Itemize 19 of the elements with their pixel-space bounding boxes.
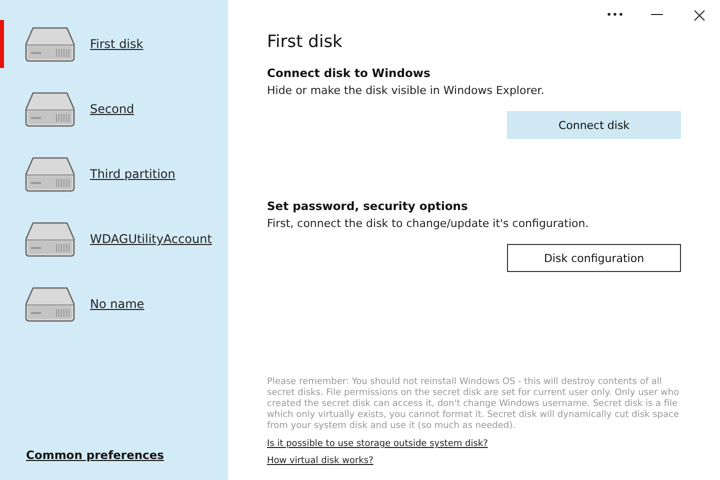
section-heading: Connect disk to Windows <box>267 66 432 80</box>
help-link[interactable]: Is it possible to use storage outside system disk? <box>267 439 681 449</box>
disk-item[interactable]: Second <box>0 85 228 133</box>
more-button[interactable]: ••• <box>603 5 627 25</box>
disk-item[interactable]: First disk <box>0 20 228 68</box>
page-title: First disk <box>267 32 344 52</box>
section-description: First, connect the disk to change/update it's configuration. <box>267 217 590 230</box>
section-description: Hide or make the disk visible in Windows Explorer. <box>267 84 546 97</box>
minimize-icon <box>651 14 663 16</box>
section-heading: Set password, security options <box>267 199 469 213</box>
notice-text: Please remember: You should not reinstall Windows OS - this will destroy contents of all secret disks. File permissions on the secret disk are set for current user only. Only user who created the secret disk can access it, don't change Windows username. Secret disk is a file which only virtually exists, you cannot format it. Secret disk will dynamically cut disk space from your system disk and use it (so much as needed). <box>267 377 680 432</box>
disk-item[interactable]: No name <box>0 280 228 328</box>
disk-item[interactable]: Third partition <box>0 150 228 198</box>
close-icon <box>694 10 704 20</box>
connect-button[interactable]: Connect disk <box>507 111 681 139</box>
configuration-button[interactable]: Disk configuration <box>507 244 681 272</box>
disk-item[interactable]: WDAGUtilityAccount <box>0 215 228 263</box>
preferences-link[interactable]: Common preferences <box>26 448 228 462</box>
help-link[interactable]: How virtual disk works? <box>267 456 681 466</box>
